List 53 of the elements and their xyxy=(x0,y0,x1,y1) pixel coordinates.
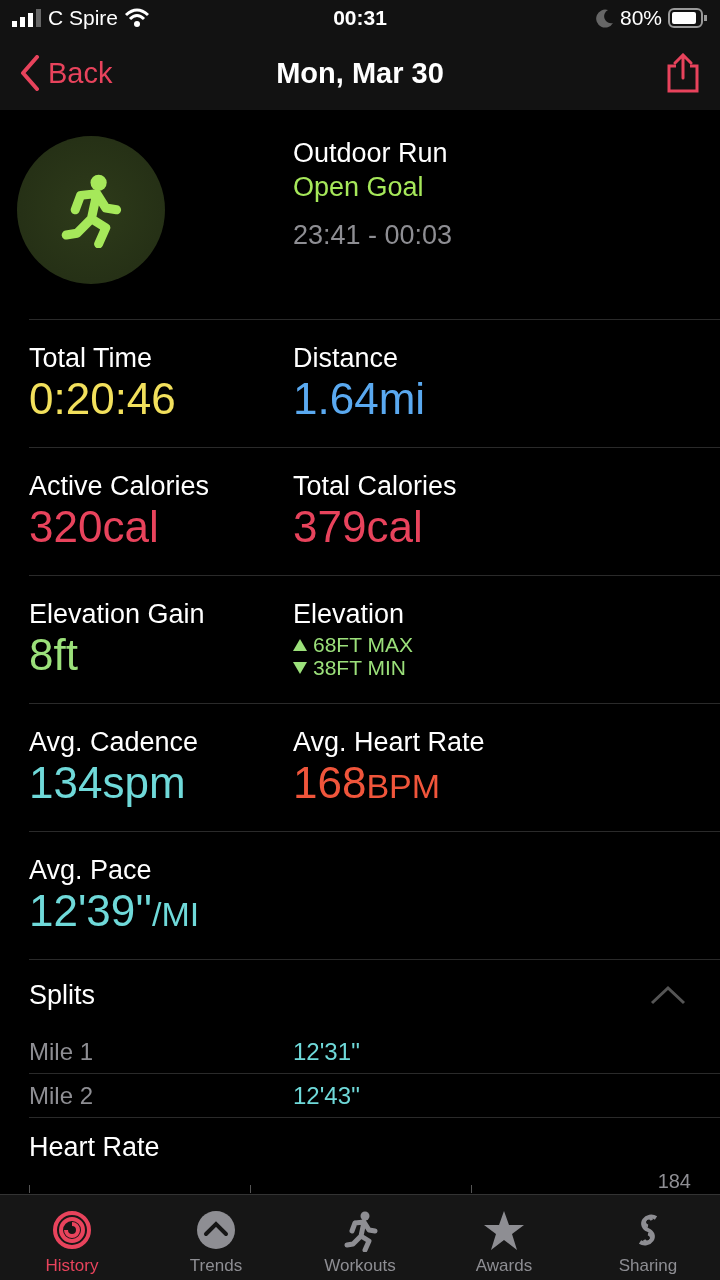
metric-label: Avg. Pace xyxy=(29,854,152,886)
status-time: 00:31 xyxy=(333,6,387,30)
axis-label: 184 xyxy=(657,1170,691,1193)
back-button[interactable]: Back xyxy=(20,55,113,91)
screen-title: Mon, Mar 30 xyxy=(276,56,444,90)
metric-label: Active Calories xyxy=(29,470,210,502)
metric-label: Total Time xyxy=(29,342,153,374)
split-time: 12'31'' xyxy=(293,1037,361,1066)
section-title: Heart Rate xyxy=(29,1132,161,1163)
wifi-icon xyxy=(124,8,151,28)
chevron-circle-icon xyxy=(196,1210,236,1252)
metric-label: Elevation Gain xyxy=(29,598,205,630)
moon-icon xyxy=(595,8,614,28)
section-title: Splits xyxy=(29,979,96,1011)
split-label: Mile 2 xyxy=(29,1081,95,1110)
elevation-min: 38FT MIN xyxy=(313,656,406,679)
battery-icon xyxy=(668,7,708,29)
battery-percentage: 80% xyxy=(619,6,662,30)
tab[interactable]: History xyxy=(0,1195,144,1280)
carrier-name: C Spire xyxy=(48,6,119,30)
triangle-down-icon xyxy=(293,661,307,674)
workout-time-range: 23:41 - 00:03 xyxy=(293,220,453,251)
tab[interactable]: Sharing xyxy=(576,1195,720,1280)
metric-value: 168BPM xyxy=(293,758,442,809)
signal-icon xyxy=(12,9,42,27)
metric-label: Avg. Cadence xyxy=(29,726,199,758)
metric-label: Avg. Heart Rate xyxy=(293,726,485,758)
elevation-max: 68FT MAX xyxy=(313,633,413,656)
metric-value: 8ft xyxy=(29,630,79,680)
workout-name: Outdoor Run xyxy=(293,137,449,170)
metric-value: 379cal xyxy=(293,502,424,552)
chevron-left-icon xyxy=(20,55,40,91)
split-time: 12'43'' xyxy=(293,1081,361,1110)
rings-icon xyxy=(52,1210,92,1252)
metric-value: 134spm xyxy=(29,758,187,808)
metric-value: 320cal xyxy=(29,502,160,552)
share-button[interactable] xyxy=(666,53,700,93)
metric-label: Distance xyxy=(293,342,399,374)
metric-value: 12'39''/MI xyxy=(29,886,201,937)
triangle-up-icon xyxy=(293,638,307,651)
tab[interactable]: Awards xyxy=(432,1195,576,1280)
metric-value: 0:20:46 xyxy=(29,374,177,424)
split-label: Mile 1 xyxy=(29,1037,95,1066)
share-icon xyxy=(666,53,700,93)
star-icon xyxy=(484,1210,524,1252)
tab[interactable]: Trends xyxy=(144,1195,288,1280)
metric-value: 1.64mi xyxy=(293,374,427,424)
tab[interactable]: Workouts xyxy=(288,1195,432,1280)
metric-label: Total Calories xyxy=(293,470,457,502)
metric-label: Elevation xyxy=(293,598,405,630)
workout-goal: Open Goal xyxy=(293,171,425,204)
collapse-button[interactable] xyxy=(650,985,686,1005)
chevron-up-icon xyxy=(650,985,686,1005)
